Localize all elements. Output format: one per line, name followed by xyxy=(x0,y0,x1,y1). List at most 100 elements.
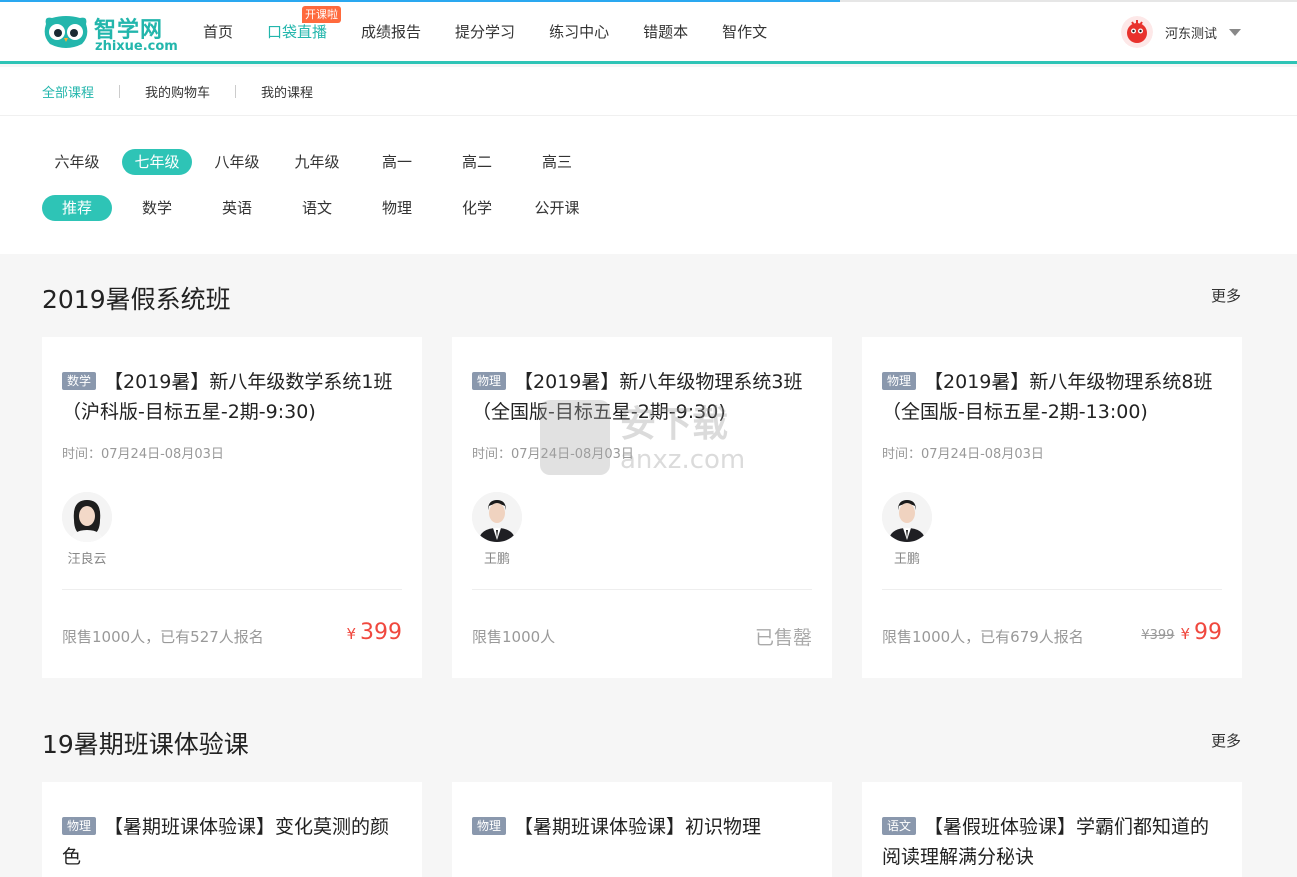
grade-chip-6[interactable]: 六年级 xyxy=(42,149,112,175)
divider xyxy=(119,84,121,98)
course-card[interactable]: 数学 【2019暑】新八年级数学系统1班（沪科版-目标五星-2期-9:30) 时间… xyxy=(42,337,422,678)
subject-filter: 推荐 数学 英语 语文 物理 化学 公开课 xyxy=(42,195,602,221)
more-link[interactable]: 更多 xyxy=(1211,285,1241,306)
teacher-name: 王鹏 xyxy=(893,552,920,567)
section-title: 19暑期班课体验课 xyxy=(42,730,249,759)
section-title: 2019暑假系统班 xyxy=(42,285,231,314)
course-price: ¥399 ¥99 xyxy=(1141,620,1222,645)
grade-filter: 六年级 七年级 八年级 九年级 高一 高二 高三 xyxy=(42,149,602,175)
subject-chip-english[interactable]: 英语 xyxy=(202,195,272,221)
grade-chip-7[interactable]: 七年级 xyxy=(122,149,192,175)
course-title: 物理 【暑期班课体验课】初识物理 xyxy=(472,812,817,842)
nav-label: 成绩报告 xyxy=(361,23,422,41)
nav-label: 提分学习 xyxy=(455,23,516,41)
watermark: 安下载 anxz.com xyxy=(540,395,760,480)
course-time: 时间：07月24日-08月03日 xyxy=(62,447,224,462)
site-logo[interactable]: 智学网 zhixue.com xyxy=(42,12,182,56)
watermark-sub: anxz.com xyxy=(620,445,746,475)
course-title: 语文 【暑假班体验课】学霸们都知道的阅读理解满分秘诀 xyxy=(882,812,1227,872)
watermark-text: 安下载 xyxy=(620,404,729,445)
teacher-name: 王鹏 xyxy=(483,552,510,567)
subject-tag: 物理 xyxy=(472,817,507,835)
subject-tag: 物理 xyxy=(472,372,507,390)
subnav-my-courses[interactable]: 我的课程 xyxy=(261,82,313,101)
enrollment-info: 限售1000人，已有679人报名 xyxy=(882,628,1084,646)
course-title: 数学 【2019暑】新八年级数学系统1班（沪科版-目标五星-2期-9:30) xyxy=(62,367,407,427)
course-title-text: 【暑期班课体验课】初识物理 xyxy=(514,816,762,838)
subject-tag: 物理 xyxy=(62,817,97,835)
currency-symbol: ¥ xyxy=(1180,625,1190,643)
teacher: 王鹏 xyxy=(882,492,932,567)
page-load-progress-track xyxy=(840,0,1297,2)
divider xyxy=(882,589,1222,590)
course-subnav: 全部课程 我的购物车 我的课程 xyxy=(0,67,1297,116)
grade-chip-g1[interactable]: 高一 xyxy=(362,149,432,175)
course-title: 物理 【2019暑】新八年级物理系统8班（全国版-目标五星-2期-13:00) xyxy=(882,367,1227,427)
course-title-text: 【暑假班体验课】学霸们都知道的阅读理解满分秘诀 xyxy=(882,816,1210,868)
subnav-cart[interactable]: 我的购物车 xyxy=(145,82,210,101)
nav-live[interactable]: 口袋直播 开课啦 xyxy=(250,0,344,64)
subject-chip-open[interactable]: 公开课 xyxy=(522,195,592,221)
teacher-avatar xyxy=(62,492,112,542)
subject-tag: 物理 xyxy=(882,372,917,390)
course-title-text: 【暑期班课体验课】变化莫测的颜色 xyxy=(62,816,390,868)
enrollment-info: 限售1000人 xyxy=(472,628,556,646)
nav-label: 口袋直播 xyxy=(267,23,328,41)
enrollment-info: 限售1000人，已有527人报名 xyxy=(62,628,264,646)
subject-chip-math[interactable]: 数学 xyxy=(122,195,192,221)
nav-practice[interactable]: 练习中心 xyxy=(532,0,626,64)
subject-tag: 数学 xyxy=(62,372,97,390)
subject-chip-physics[interactable]: 物理 xyxy=(362,195,432,221)
grade-chip-g2[interactable]: 高二 xyxy=(442,149,512,175)
divider xyxy=(62,589,402,590)
course-filters: 六年级 七年级 八年级 九年级 高一 高二 高三 推荐 数学 英语 语文 物理 … xyxy=(0,116,1297,254)
course-title-text: 【2019暑】新八年级物理系统8班（全国版-目标五星-2期-13:00) xyxy=(882,371,1213,423)
subject-chip-recommend[interactable]: 推荐 xyxy=(42,195,112,221)
grade-chip-8[interactable]: 八年级 xyxy=(202,149,272,175)
chevron-down-icon[interactable] xyxy=(1229,28,1241,36)
grade-chip-g3[interactable]: 高三 xyxy=(522,149,592,175)
price-value: 99 xyxy=(1194,620,1222,645)
divider xyxy=(235,84,237,98)
nav-essay[interactable]: 智作文 xyxy=(705,0,784,64)
course-card[interactable]: 物理 【暑期班课体验课】初识物理 xyxy=(452,782,832,877)
owl-logo-icon xyxy=(44,16,88,48)
nav-label: 错题本 xyxy=(643,23,689,41)
nav-home[interactable]: 首页 xyxy=(186,0,250,64)
nav-report[interactable]: 成绩报告 xyxy=(344,0,438,64)
teacher-name: 汪良云 xyxy=(67,552,107,567)
course-card[interactable]: 物理【2019暑】新八年级物理系统3班（全国版-目标五星-2期-9:30) 时间… xyxy=(452,337,832,678)
course-card[interactable]: 语文 【暑假班体验课】学霸们都知道的阅读理解满分秘诀 xyxy=(862,782,1242,877)
user-menu[interactable]: 河东测试 xyxy=(1120,14,1241,50)
original-price: ¥399 xyxy=(1141,628,1175,643)
course-price: ¥399 xyxy=(346,620,402,645)
teacher-avatar xyxy=(882,492,932,542)
nav-mistakes[interactable]: 错题本 xyxy=(626,0,705,64)
user-avatar-icon[interactable] xyxy=(1120,16,1153,48)
price-value: 399 xyxy=(360,620,402,645)
nav-label: 练习中心 xyxy=(549,23,610,41)
more-link[interactable]: 更多 xyxy=(1211,730,1241,751)
user-name: 河东测试 xyxy=(1164,26,1217,42)
course-title-text: 【2019暑】新八年级数学系统1班（沪科版-目标五星-2期-9:30) xyxy=(62,371,393,423)
teacher: 王鹏 xyxy=(472,492,522,567)
course-time: 时间：07月24日-08月03日 xyxy=(882,447,1044,462)
course-card[interactable]: 物理 【暑期班课体验课】变化莫测的颜色 xyxy=(42,782,422,877)
logo-text-en: zhixue.com xyxy=(95,39,178,54)
top-header: 智学网 zhixue.com 首页 口袋直播 开课啦 成绩报告 提分学习 练习中… xyxy=(0,0,1297,64)
nav-live-badge: 开课啦 xyxy=(302,6,342,23)
currency-symbol: ¥ xyxy=(346,625,356,643)
subject-tag: 语文 xyxy=(882,817,917,835)
grade-chip-9[interactable]: 九年级 xyxy=(282,149,352,175)
soldout-label: 已售罄 xyxy=(754,627,812,649)
subject-chip-chinese[interactable]: 语文 xyxy=(282,195,352,221)
teacher-avatar xyxy=(472,492,522,542)
subnav-all-courses[interactable]: 全部课程 xyxy=(42,82,94,101)
divider xyxy=(472,589,812,590)
course-card[interactable]: 物理 【2019暑】新八年级物理系统8班（全国版-目标五星-2期-13:00) 时… xyxy=(862,337,1242,678)
watermark-logo-icon xyxy=(540,400,610,475)
teacher: 汪良云 xyxy=(62,492,112,567)
course-title: 物理 【暑期班课体验课】变化莫测的颜色 xyxy=(62,812,407,872)
subject-chip-chemistry[interactable]: 化学 xyxy=(442,195,512,221)
nav-improve[interactable]: 提分学习 xyxy=(438,0,532,64)
